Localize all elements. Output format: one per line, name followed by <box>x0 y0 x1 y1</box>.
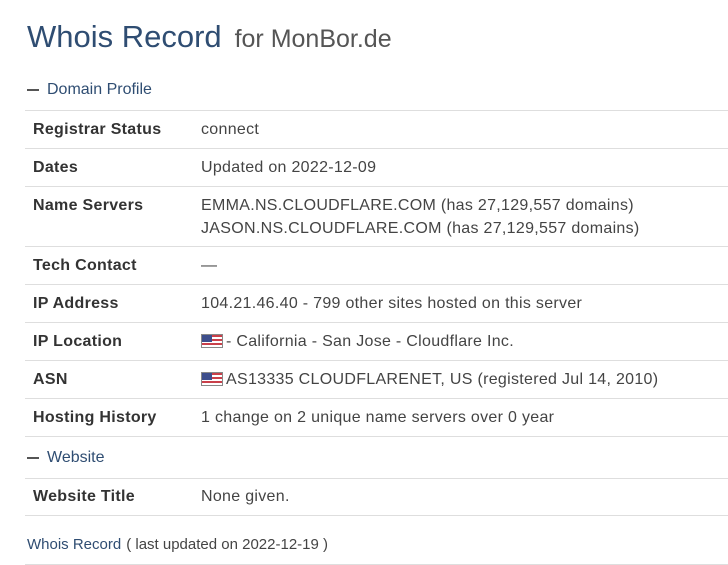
table-row: IP Location - California - San Jose - Cl… <box>25 322 728 361</box>
page-title-main: Whois Record <box>27 19 222 54</box>
row-value: EMMA.NS.CLOUDFLARE.COM (has 27,129,557 d… <box>193 186 728 247</box>
asn-text: AS13335 CLOUDFLARENET, US (registered Ju… <box>226 371 659 388</box>
collapse-minus-icon <box>27 457 39 459</box>
row-value: Updated on 2022-12-09 <box>193 148 728 187</box>
table-row: ASN AS13335 CLOUDFLARENET, US (registere… <box>25 360 728 399</box>
row-key: Name Servers <box>25 186 193 247</box>
row-value: connect <box>193 110 728 149</box>
row-key: Hosting History <box>25 398 193 437</box>
row-key: Website Title <box>25 478 193 516</box>
ip-location-text: - California - San Jose - Cloudflare Inc… <box>226 333 514 350</box>
row-value: — <box>193 246 728 285</box>
whois-page: Whois Record for MonBor.de Domain Profil… <box>0 0 728 565</box>
row-value: AS13335 CLOUDFLARENET, US (registered Ju… <box>193 360 728 399</box>
domain-profile-table: Registrar Status connect Dates Updated o… <box>25 110 728 437</box>
domain-profile-heading: Domain Profile <box>47 81 152 98</box>
table-row: Registrar Status connect <box>25 110 728 149</box>
table-row: Name Servers EMMA.NS.CLOUDFLARE.COM (has… <box>25 186 728 247</box>
last-updated-text: ( last updated on 2022-12-19 ) <box>126 536 329 553</box>
collapse-minus-icon <box>27 89 39 91</box>
row-value: None given. <box>193 478 728 516</box>
row-value: - California - San Jose - Cloudflare Inc… <box>193 322 728 361</box>
whois-record-footer: Whois Record ( last updated on 2022-12-19… <box>27 536 328 553</box>
table-row: Hosting History 1 change on 2 unique nam… <box>25 398 728 437</box>
website-table: Website Title None given. <box>25 478 728 516</box>
row-key: IP Location <box>25 322 193 361</box>
us-flag-icon <box>201 334 223 348</box>
row-key: IP Address <box>25 284 193 323</box>
domain-profile-toggle[interactable]: Domain Profile <box>27 78 152 102</box>
whois-record-link[interactable]: Whois Record <box>27 536 121 553</box>
row-key: Tech Contact <box>25 246 193 285</box>
row-key: ASN <box>25 360 193 399</box>
row-key: Dates <box>25 148 193 187</box>
row-key: Registrar Status <box>25 110 193 149</box>
row-value: 104.21.46.40 - 799 other sites hosted on… <box>193 284 728 323</box>
page-title-domain: for MonBor.de <box>234 25 392 53</box>
table-row: Dates Updated on 2022-12-09 <box>25 148 728 187</box>
page-title: Whois Record for MonBor.de <box>27 16 392 59</box>
table-row: Tech Contact — <box>25 246 728 285</box>
website-toggle[interactable]: Website <box>27 446 105 470</box>
row-value: 1 change on 2 unique name servers over 0… <box>193 398 728 437</box>
name-server-link[interactable]: JASON.NS.CLOUDFLARE.COM (has 27,129,557 … <box>201 220 640 237</box>
website-heading: Website <box>47 449 105 466</box>
us-flag-icon <box>201 372 223 386</box>
table-row: Website Title None given. <box>25 478 728 516</box>
name-server-link[interactable]: EMMA.NS.CLOUDFLARE.COM (has 27,129,557 d… <box>201 197 634 214</box>
table-row: IP Address 104.21.46.40 - 799 other site… <box>25 284 728 323</box>
